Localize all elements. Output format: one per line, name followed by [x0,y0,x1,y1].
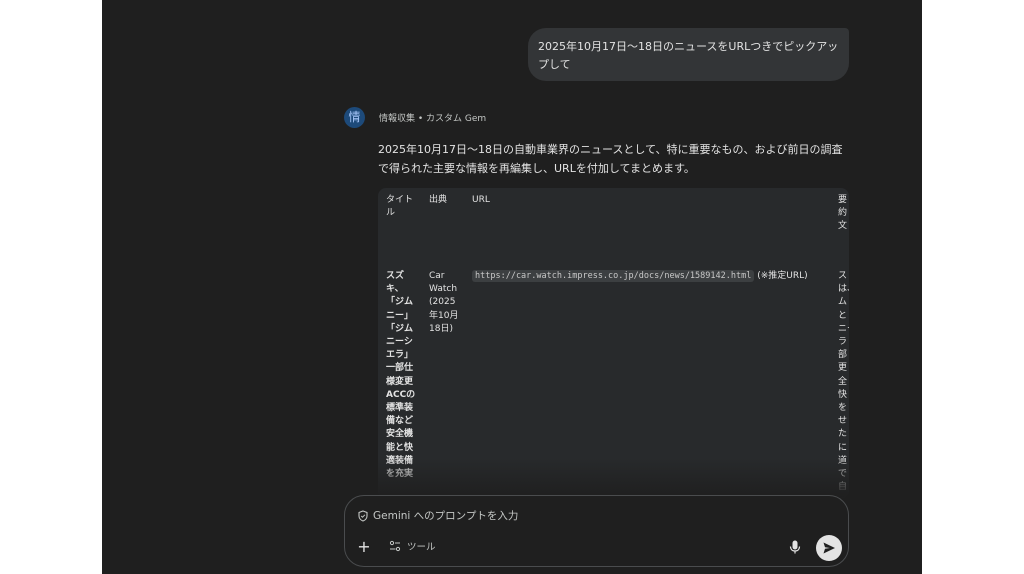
row1-url-link[interactable]: https://car.watch.impress.co.jp/docs/new… [472,270,755,282]
summary-line: を [838,403,848,414]
header-summary: 要約文 [838,195,848,231]
header-source: 出典 [429,195,448,205]
summary-line: に [838,442,848,453]
table-fade-overlay [378,458,849,498]
add-button[interactable]: + [355,538,373,556]
summary-line: ム [838,297,848,308]
user-message-bubble: 2025年10月17日〜18日のニュースをURLつきでピックアップして [528,28,849,81]
shield-icon [358,509,368,522]
response-intro: 2025年10月17日〜18日の自動車業界のニュースとして、特に重要なもの、およ… [378,143,843,175]
gem-label: 情報収集 • カスタム Gem [379,114,487,124]
tools-label: ツール [407,542,436,553]
prompt-placeholder[interactable]: Gemini へのプロンプトを入力 [373,508,518,523]
row1-title: スズキ、「ジムニー」「ジムニーシエラ」一部仕様変更 ACCの標準装備など安全機能… [386,271,416,479]
prompt-input-box[interactable]: Gemini へのプロンプトを入力 + ツール [344,495,849,567]
header-url: URL [472,195,490,205]
row1-url-cell: https://car.watch.impress.co.jp/docs/new… [472,270,822,283]
plus-icon: + [357,537,371,556]
summary-line: ラ [838,337,848,348]
summary-line: た [838,429,848,440]
summary-line: は、 [838,284,849,295]
news-table: タイトル 出典 URL 要約文 スズキ、「ジムニー」「ジムニーシエラ」一部仕様変… [378,188,849,498]
mic-icon[interactable] [788,539,802,555]
send-button[interactable] [816,535,842,561]
user-message-text: 2025年10月17日〜18日のニュースをURLつきでピックアップして [538,40,839,71]
row1-source: Car Watch (2025年10月18日) [429,271,459,334]
summary-line: ス [838,271,848,281]
tools-button[interactable]: ツール [389,539,436,553]
summary-line: 全 [838,376,848,387]
prompt-row[interactable]: Gemini へのプロンプトを入力 [357,508,518,523]
summary-line: せ [838,416,848,427]
summary-line: ニー [838,323,849,334]
summary-line: 快 [838,389,848,400]
row1-url-note: (※推定URL) [757,271,808,281]
gemini-chat-window: 2025年10月17日〜18日のニュースをURLつきでピックアップして 情 情報… [102,0,922,574]
tools-icon [389,540,401,552]
gem-avatar-icon: 情 [344,107,365,128]
header-title: タイトル [386,195,414,218]
summary-line: と [838,310,848,321]
summary-line: 部 [838,350,848,361]
summary-line: 更 [838,363,848,374]
send-icon [823,542,835,554]
